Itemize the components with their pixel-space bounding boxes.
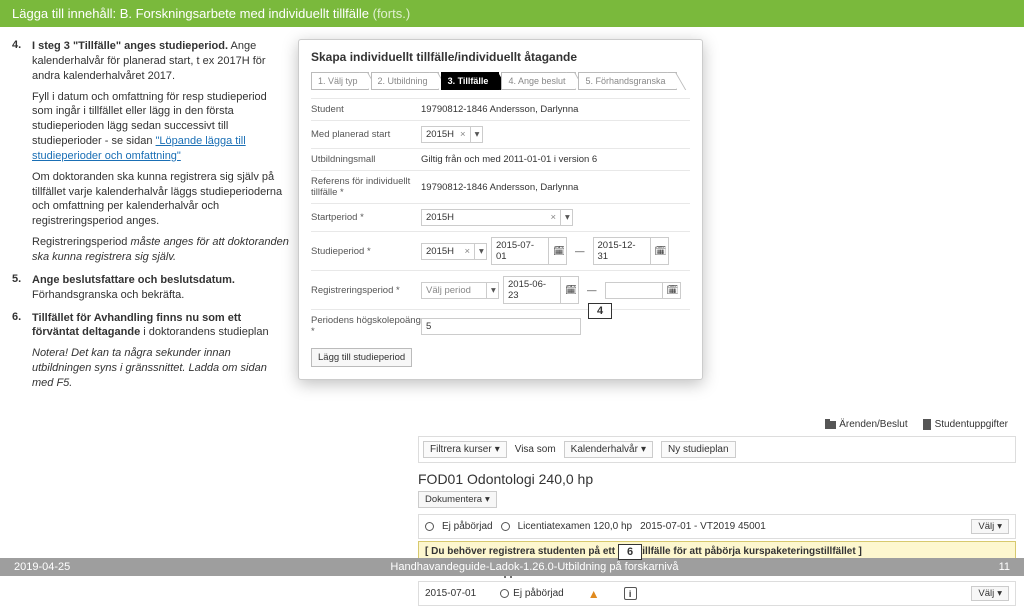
- background-panel: Ärenden/Beslut Studentuppgifter Filtrera…: [418, 419, 1016, 606]
- exam-name: Licentiatexamen 120,0 hp: [518, 521, 633, 532]
- instruction-list: 4. I steg 3 "Tillfälle" anges studieperi…: [12, 39, 290, 399]
- instruction-item-5: 5. Ange beslutsfattare och beslutsdatum.…: [12, 273, 290, 303]
- label-template: Utbildningsmall: [311, 154, 421, 165]
- dialog-heading: Skapa individuellt tillfälle/individuell…: [311, 50, 690, 64]
- licup-status: Ej påbörjad: [513, 588, 564, 599]
- label-regperiod: Registreringsperiod *: [311, 285, 421, 296]
- slide-footer: 2019-04-25 Handhavandeguide-Ladok-1.26.0…: [0, 558, 1024, 576]
- callout-6: 6: [618, 544, 642, 560]
- instruction-item-4: 4. I steg 3 "Tillfälle" anges studieperi…: [12, 39, 290, 265]
- exam-row: Ej påbörjad Licentiatexamen 120,0 hp 201…: [418, 514, 1016, 539]
- tab-studentuppgifter[interactable]: Studentuppgifter: [922, 419, 1008, 430]
- dropdown-icon[interactable]: ▾: [487, 282, 499, 299]
- label-credits: Periodens högskolepoäng *: [311, 315, 421, 337]
- input-sp-term[interactable]: 2015H×: [421, 243, 475, 260]
- visa-som-label: Visa som: [511, 442, 560, 457]
- kalenderhalvar-select[interactable]: Kalenderhalvår ▾: [564, 441, 653, 458]
- document-icon: [922, 419, 932, 430]
- exam-dates: 2015-07-01 - VT2019 45001: [640, 521, 766, 532]
- slide-title: Lägga till innehåll: B. Forskningsarbete…: [0, 0, 1024, 27]
- calendar-icon[interactable]: 🗓: [651, 237, 669, 265]
- title-main: Lägga till innehåll: B. Forskningsarbete…: [12, 6, 369, 21]
- filter-kurser-button[interactable]: Filtrera kurser ▾: [423, 441, 507, 458]
- label-ref: Referens för individuellt tillfälle *: [311, 176, 421, 198]
- licup-row: 2015-07-01 Ej påbörjad ▲ i Välj ▾: [418, 581, 1016, 606]
- step-4[interactable]: 4. Ange beslut: [501, 72, 576, 90]
- value-student: 19790812-1846 Andersson, Darlynna: [421, 104, 690, 115]
- step-3[interactable]: 3. Tillfälle: [441, 72, 500, 90]
- dropdown-icon[interactable]: ▾: [561, 209, 573, 226]
- status-circle-icon: [425, 522, 434, 531]
- input-sp-d1[interactable]: 2015-07-01: [491, 237, 549, 265]
- label-student: Student: [311, 104, 421, 115]
- ny-studieplan-button[interactable]: Ny studieplan: [661, 441, 736, 458]
- label-studieperiod: Studieperiod *: [311, 246, 421, 257]
- step-1[interactable]: 1. Välj typ: [311, 72, 369, 90]
- tab-arenden[interactable]: Ärenden/Beslut: [825, 419, 907, 430]
- calendar-icon[interactable]: 🗓: [561, 276, 579, 304]
- value-ref: 19790812-1846 Andersson, Darlynna: [421, 182, 690, 193]
- input-startperiod[interactable]: 2015H×: [421, 209, 561, 226]
- input-sp-d2[interactable]: 2015-12-31: [593, 237, 651, 265]
- value-template: Giltig från och med 2011-01-01 i version…: [421, 154, 690, 165]
- title-cont: (forts.): [373, 6, 411, 21]
- stepper: 1. Välj typ 2. Utbildning 3. Tillfälle 4…: [311, 72, 690, 90]
- valj-button[interactable]: Välj ▾: [971, 586, 1009, 601]
- callout-4: 4: [588, 303, 612, 319]
- dialog-skapa-tillfalle: Skapa individuellt tillfälle/individuell…: [298, 39, 703, 380]
- footer-title: Handhavandeguide-Ladok-1.26.0-Utbildning…: [390, 561, 678, 573]
- folder-icon: [825, 419, 836, 430]
- add-studieperiod-button[interactable]: Lägg till studieperiod: [311, 348, 412, 367]
- dropdown-icon[interactable]: ▾: [471, 126, 483, 143]
- licup-date: 2015-07-01: [425, 588, 476, 599]
- status-circle-icon: [500, 589, 509, 598]
- status-text: Ej påbörjad: [442, 521, 493, 532]
- instruction-item-6: 6. Tillfället för Avhandling finns nu so…: [12, 311, 290, 391]
- program-title: FOD01 Odontologi 240,0 hp: [418, 463, 1016, 491]
- input-credits[interactable]: 5: [421, 318, 581, 335]
- dropdown-icon[interactable]: ▾: [475, 243, 487, 260]
- input-rp-term[interactable]: Välj period: [421, 282, 487, 299]
- calendar-icon[interactable]: 🗓: [549, 237, 567, 265]
- footer-page: 11: [999, 561, 1010, 573]
- label-planned: Med planerad start: [311, 129, 421, 140]
- step-2[interactable]: 2. Utbildning: [371, 72, 439, 90]
- valj-button[interactable]: Välj ▾: [971, 519, 1009, 534]
- label-startperiod: Startperiod *: [311, 212, 421, 223]
- input-planned[interactable]: 2015H×: [421, 126, 471, 143]
- status-circle-icon: [501, 522, 510, 531]
- footer-date: 2019-04-25: [14, 561, 70, 573]
- input-rp-d2[interactable]: [605, 282, 663, 299]
- calendar-icon[interactable]: 🗓: [663, 282, 681, 299]
- warning-icon: ▲: [588, 587, 600, 601]
- input-rp-d1[interactable]: 2015-06-23: [503, 276, 561, 304]
- dokumentera-button[interactable]: Dokumentera ▾: [418, 491, 497, 508]
- step-5[interactable]: 5. Förhandsgranska: [578, 72, 676, 90]
- info-icon[interactable]: i: [624, 587, 637, 600]
